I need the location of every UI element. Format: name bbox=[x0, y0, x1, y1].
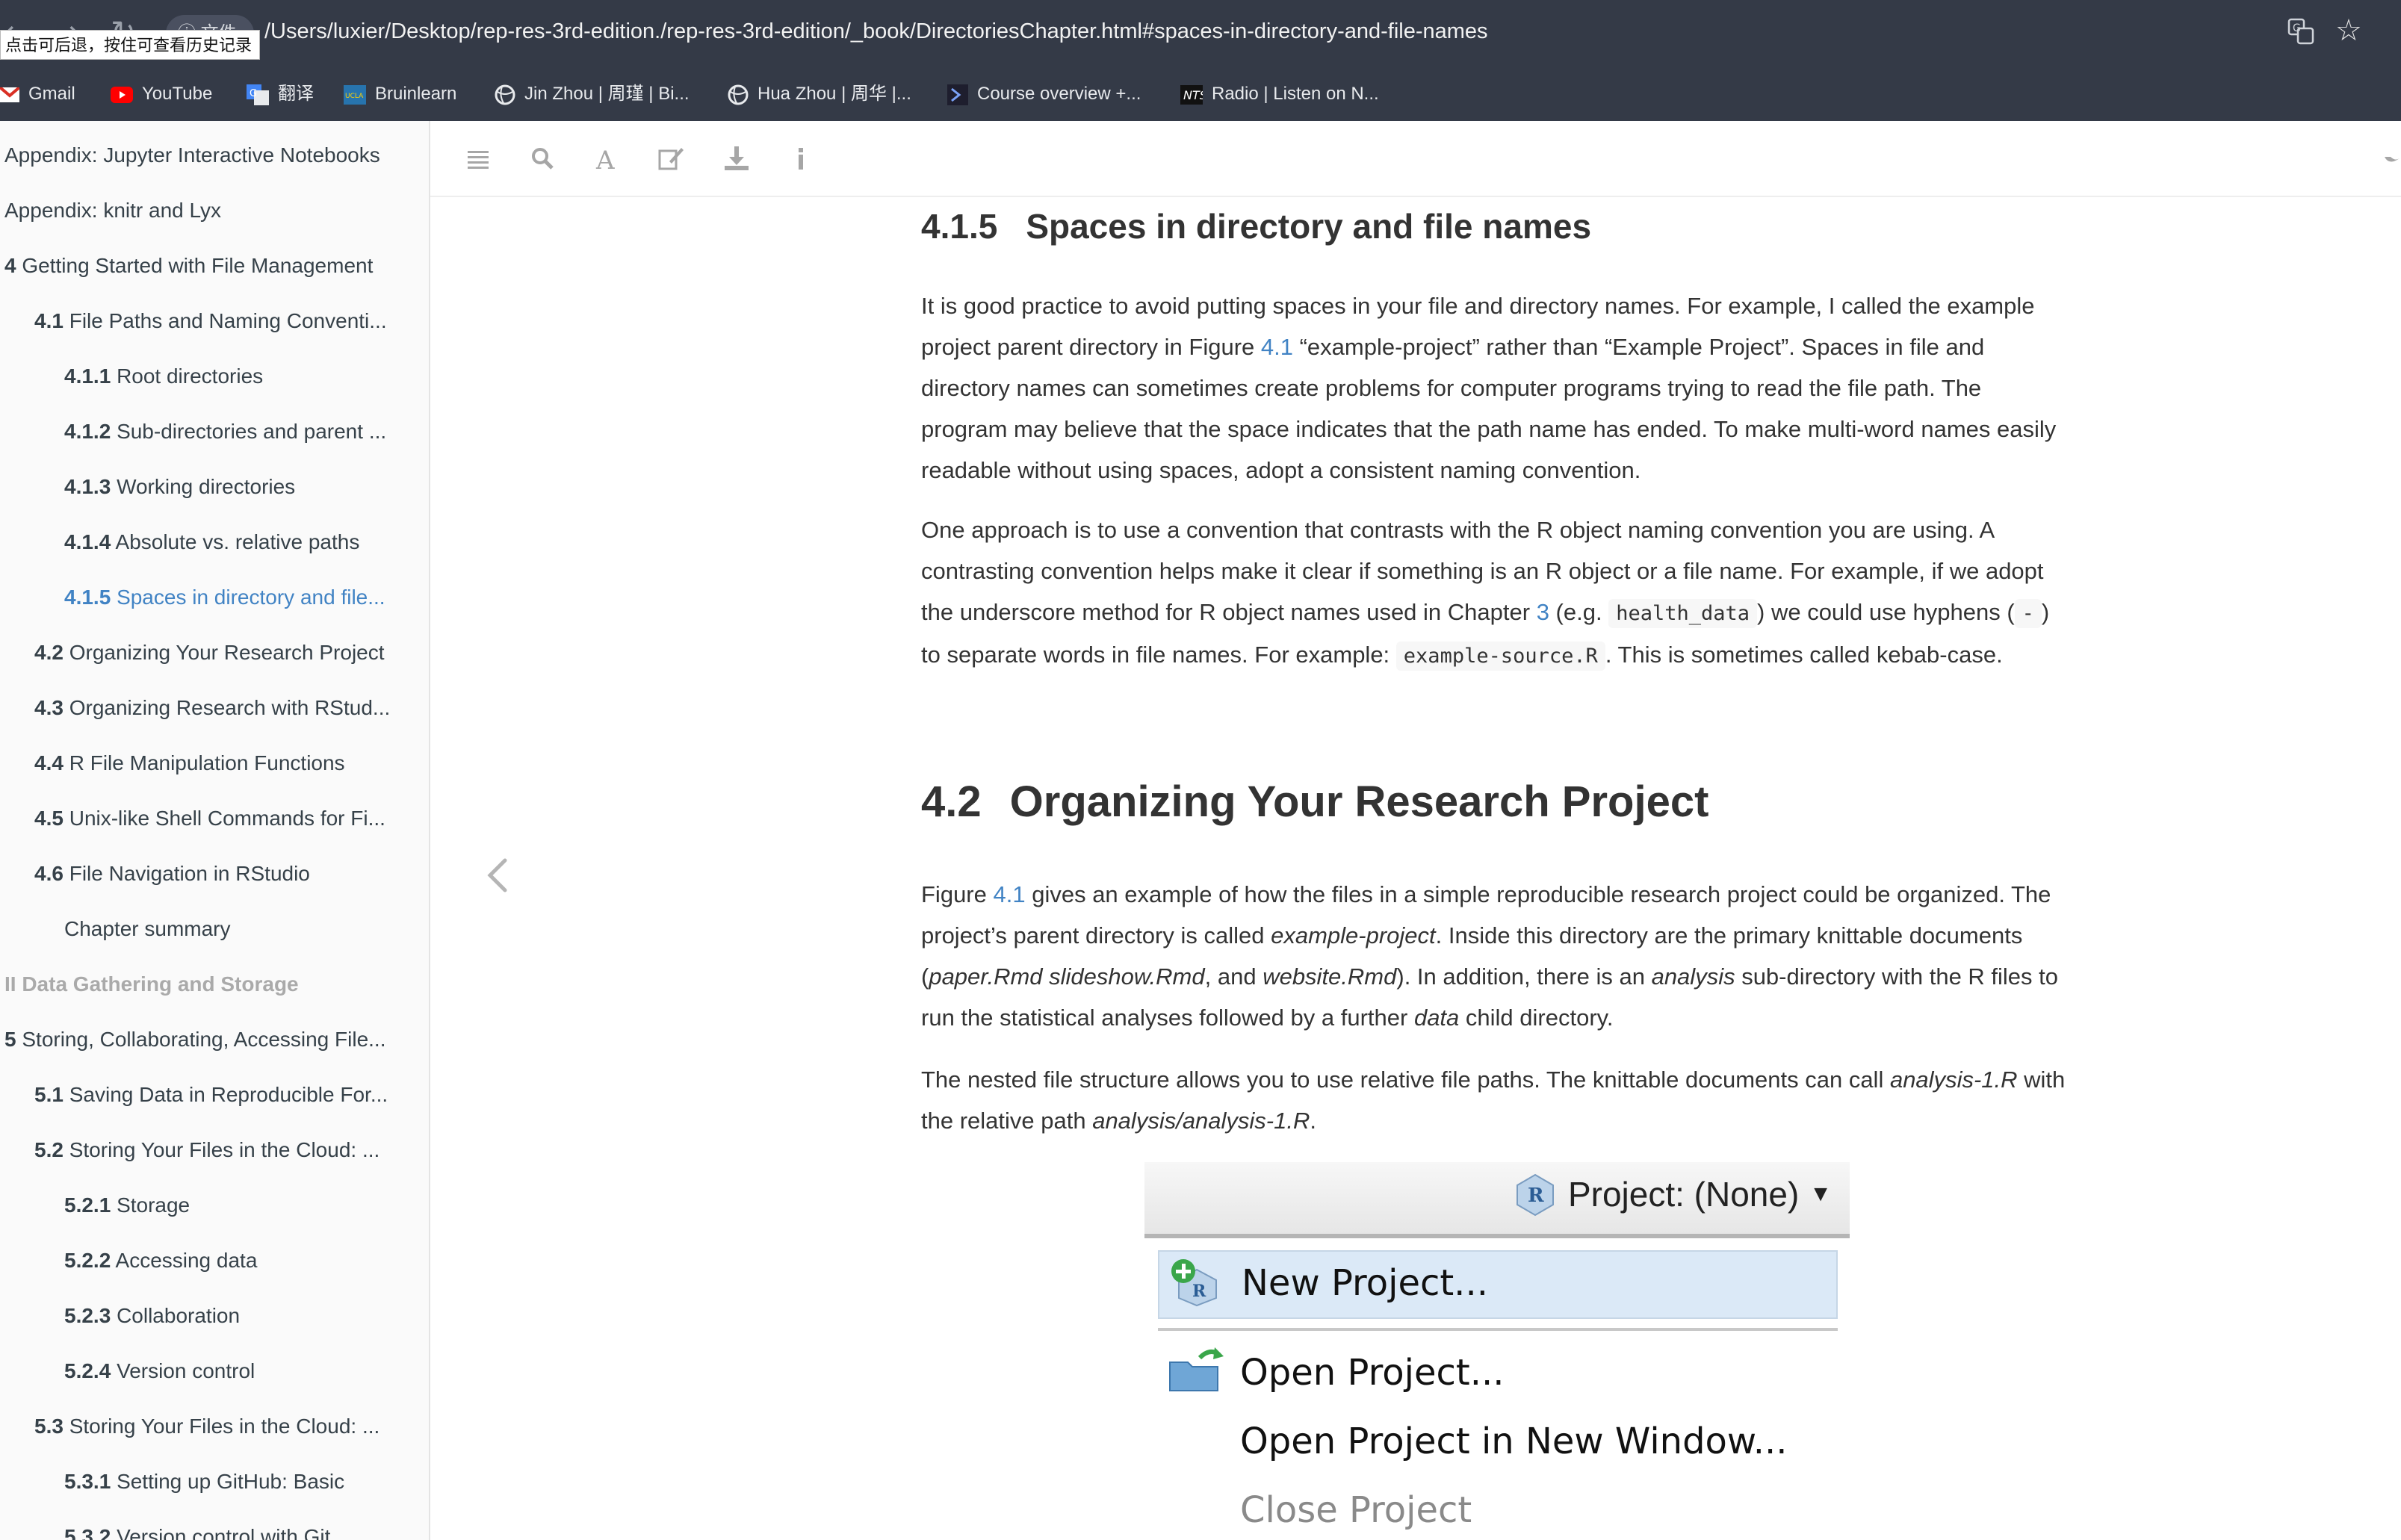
toc-item[interactable]: 4.4 R File Manipulation Functions bbox=[34, 751, 345, 775]
figure-menu-open-project: Open Project... bbox=[1158, 1343, 1838, 1403]
r-project-icon: R bbox=[1516, 1173, 1554, 1217]
back-tooltip: 点击可后退，按住可查看历史记录 bbox=[0, 30, 261, 60]
svg-text:UCLA: UCLA bbox=[345, 93, 364, 100]
section-heading-4-1-5: 4.1.5 Spaces in directory and file names bbox=[921, 207, 1592, 246]
open-folder-icon bbox=[1169, 1347, 1224, 1391]
figure-menu-open-new-window: Open Project in New Window... bbox=[1240, 1421, 1788, 1462]
figure-link[interactable]: 4.1 bbox=[993, 881, 1025, 907]
toc-item[interactable]: 4 Getting Started with File Management bbox=[4, 254, 373, 278]
toc-item[interactable]: 5.1 Saving Data in Reproducible For... bbox=[34, 1083, 388, 1107]
download-icon[interactable] bbox=[722, 143, 752, 173]
bookmarks-bar: Gmail YouTube G 翻译 UCLA Bruinlearn Jin Zho… bbox=[0, 78, 2401, 111]
toc-item[interactable]: Appendix: knitr and Lyx bbox=[4, 199, 221, 223]
bookmark-jin-zhou[interactable]: Jin Zhou | 周瑾 | Bi... bbox=[495, 78, 690, 111]
toc-item[interactable]: 4.1.3 Working directories bbox=[64, 475, 295, 499]
youtube-icon bbox=[111, 86, 133, 103]
toc-item-active[interactable]: 4.1.5 Spaces in directory and file... bbox=[64, 586, 385, 609]
section-heading-4-2: 4.2 Organizing Your Research Project bbox=[921, 777, 1709, 826]
toc-item[interactable]: Appendix: Jupyter Interactive Notebooks bbox=[4, 143, 380, 167]
book-toc-sidebar: Appendix: Jupyter Interactive Notebooks … bbox=[0, 121, 430, 1540]
twitter-icon[interactable] bbox=[2382, 143, 2401, 173]
svg-text:R: R bbox=[1192, 1282, 1206, 1301]
bookmark-course-overview[interactable]: Course overview +... bbox=[947, 78, 1141, 111]
bookmark-radio[interactable]: NTSRadio | Listen on N... bbox=[1180, 78, 1379, 111]
svg-text:R: R bbox=[1528, 1185, 1544, 1207]
bookmark-hua-zhou[interactable]: Hua Zhou | 周华 |... bbox=[728, 78, 911, 111]
figure-project-selector: R Project: (None) ▼ bbox=[1513, 1171, 1832, 1217]
toc-item[interactable]: 4.1 File Paths and Naming Conventi... bbox=[34, 309, 387, 333]
figure-link[interactable]: 4.1 bbox=[1261, 334, 1293, 360]
paragraph: Figure 4.1 gives an example of how the f… bbox=[921, 881, 2059, 1031]
bookmark-star-icon[interactable]: ☆ bbox=[2335, 13, 2362, 48]
globe-icon bbox=[728, 84, 749, 105]
edit-icon[interactable] bbox=[656, 143, 686, 173]
inline-code: example-source.R bbox=[1395, 642, 1605, 671]
inline-code: - bbox=[2014, 599, 2042, 628]
toc-item[interactable]: 5.2.1 Storage bbox=[64, 1193, 190, 1217]
bookmark-bruinlearn[interactable]: UCLA Bruinlearn bbox=[344, 78, 456, 111]
book-toolbar: A bbox=[430, 121, 2401, 197]
toc-toggle-icon[interactable] bbox=[463, 143, 493, 173]
chapter-link[interactable]: 3 bbox=[1537, 599, 1549, 625]
toc-item[interactable]: 4.5 Unix-like Shell Commands for Fi... bbox=[34, 807, 385, 830]
svg-text:NTS: NTS bbox=[1183, 88, 1203, 102]
previous-page-arrow-icon[interactable] bbox=[475, 851, 523, 899]
toc-item[interactable]: 5.2.3 Collaboration bbox=[64, 1304, 240, 1328]
search-icon[interactable] bbox=[527, 143, 557, 173]
toc-item[interactable]: 5.3 Storing Your Files in the Cloud: ... bbox=[34, 1415, 379, 1438]
inline-code: health_data bbox=[1608, 599, 1758, 628]
paragraph: It is good practice to avoid putting spa… bbox=[921, 293, 2057, 483]
toc-item[interactable]: 4.3 Organizing Research with RStud... bbox=[34, 696, 390, 720]
font-settings-icon[interactable]: A bbox=[592, 143, 622, 173]
terminal-icon bbox=[947, 84, 968, 105]
figure-project-bar: R Project: (None) ▼ bbox=[1144, 1162, 1850, 1238]
bookmark-youtube[interactable]: YouTube bbox=[111, 78, 212, 111]
toc-part-header: II Data Gathering and Storage bbox=[4, 972, 299, 996]
radio-icon: NTS bbox=[1180, 84, 1203, 105]
browser-chrome: ← → ↻ ⓘ 文件 点击可后退，按住可查看历史记录 /Users/luxier… bbox=[0, 0, 2401, 121]
toc-item[interactable]: 4.1.4 Absolute vs. relative paths bbox=[64, 530, 359, 554]
svg-text:G: G bbox=[250, 88, 257, 99]
translate-icon[interactable]: G bbox=[2287, 18, 2314, 45]
figure-menu-close-project: Close Project bbox=[1240, 1489, 1472, 1531]
bookmark-gmail[interactable]: Gmail bbox=[0, 78, 75, 111]
toc-item[interactable]: 4.6 File Navigation in RStudio bbox=[34, 862, 310, 886]
figure-menu-separator bbox=[1158, 1328, 1838, 1331]
paragraph: One approach is to use a convention that… bbox=[921, 509, 2072, 677]
toc-item[interactable]: Chapter summary bbox=[64, 917, 231, 941]
new-project-icon: R bbox=[1171, 1259, 1217, 1307]
gmail-icon bbox=[0, 87, 19, 102]
toc-item[interactable]: 5.3.1 Setting up GitHub: Basic bbox=[64, 1470, 344, 1494]
toc-item[interactable]: 5.3.2 Version control with Git bbox=[64, 1525, 330, 1540]
toc-item[interactable]: 5.2.4 Version control bbox=[64, 1359, 255, 1383]
translate-icon: G bbox=[247, 84, 269, 105]
rstudio-project-menu-figure: R Project: (None) ▼ R New Project... Open… bbox=[1144, 1162, 1850, 1540]
toc-item[interactable]: 4.2 Organizing Your Research Project bbox=[34, 641, 385, 665]
toc-item[interactable]: 5 Storing, Collaborating, Accessing File… bbox=[4, 1028, 386, 1052]
toc-item[interactable]: 5.2 Storing Your Files in the Cloud: ... bbox=[34, 1138, 379, 1162]
toc-item[interactable]: 4.1.1 Root directories bbox=[64, 364, 263, 388]
ucla-icon: UCLA bbox=[344, 84, 366, 105]
figure-menu-new-project: R New Project... bbox=[1158, 1250, 1838, 1319]
dropdown-caret-icon: ▼ bbox=[1809, 1181, 1832, 1206]
bookmark-translate[interactable]: G 翻译 bbox=[247, 78, 314, 111]
address-bar[interactable]: /Users/luxier/Desktop/rep-res-3rd-editio… bbox=[264, 19, 1488, 44]
globe-icon bbox=[495, 84, 515, 105]
toc-item[interactable]: 4.1.2 Sub-directories and parent ... bbox=[64, 420, 386, 444]
info-icon[interactable] bbox=[786, 143, 816, 173]
svg-text:A: A bbox=[595, 146, 615, 173]
svg-text:G: G bbox=[2293, 22, 2301, 34]
paragraph: The nested file structure allows you to … bbox=[921, 1066, 2066, 1134]
toc-item[interactable]: 5.2.2 Accessing data bbox=[64, 1249, 257, 1273]
